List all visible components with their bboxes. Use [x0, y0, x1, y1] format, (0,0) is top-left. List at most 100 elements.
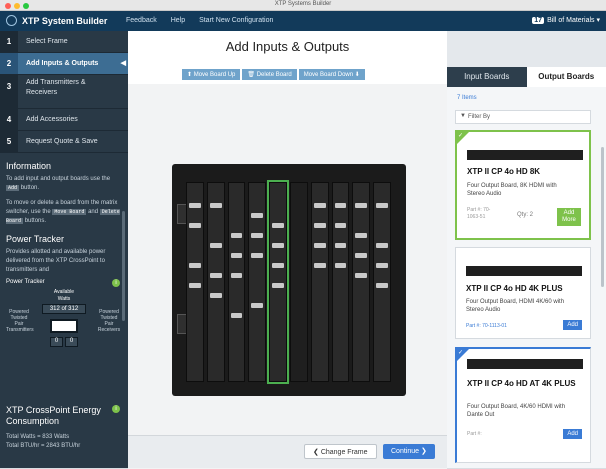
info-icon[interactable]: i — [112, 405, 120, 413]
step-label: Request Quote & Save — [26, 138, 98, 145]
power-tracker-gauge: Power Tracker i Available Watts 312 of 3… — [6, 279, 122, 369]
delete-board-button[interactable]: 🗑 Delete Board — [242, 69, 296, 80]
board-toolbar: ⬆ Move Board Up🗑 Delete BoardMove Board … — [182, 69, 367, 80]
chassis-canvas — [128, 84, 447, 469]
board-image — [467, 150, 583, 160]
step-label: Add Inputs & Outputs — [26, 60, 98, 67]
move-board-up-button[interactable]: ⬆ Move Board Up — [182, 69, 240, 80]
info-text: button. — [21, 185, 39, 191]
info-text: To add input and output boards use the — [6, 176, 110, 182]
board-description: Four Output Board, HDMI 4K/60 with Stere… — [466, 298, 576, 314]
step-number: 2 — [0, 53, 18, 74]
board-card[interactable]: ✓ XTP II CP 4o HD AT 4K PLUS Four Output… — [455, 347, 591, 463]
board-title: XTP II CP 4o HD 4K PLUS — [466, 284, 563, 293]
continue-button[interactable]: Continue ❯ — [383, 444, 435, 459]
move-board-code-label: Move Board — [52, 209, 86, 215]
add-button[interactable]: Add — [563, 320, 582, 330]
step-add-inputs-outputs[interactable]: 2Add Inputs & Outputs◀ — [0, 53, 128, 75]
tab-input-boards[interactable]: Input Boards — [447, 67, 527, 87]
step-request-quote[interactable]: 5 Request Quote & Save — [0, 131, 128, 153]
step-label: Select Frame — [26, 38, 68, 45]
change-frame-button[interactable]: ❮ Change Frame — [304, 444, 377, 459]
power-tracker-heading: Power Tracker — [6, 234, 122, 244]
watts-value: 312 of 312 — [42, 304, 86, 314]
total-btu: Total BTU/hr = 2843 BTU/hr — [6, 443, 80, 449]
step-label: Add Transmitters & Receivers — [26, 78, 106, 98]
board-list: 7 Items ▼Filter By ✓ XTP II CP 4o HD 8K … — [447, 87, 606, 468]
input-board-slot[interactable] — [248, 182, 266, 382]
empty-slot[interactable] — [290, 182, 308, 382]
add-button[interactable]: Add — [563, 429, 582, 439]
step-add-transmitters[interactable]: 3 Add Transmitters & Receivers — [0, 75, 128, 109]
nav-start-new-link[interactable]: Start New Configuration — [199, 17, 273, 24]
input-board-slot[interactable] — [207, 182, 225, 382]
step-number: 4 — [0, 109, 18, 130]
add-code-label: Add — [6, 185, 19, 191]
board-title: XTP II CP 4o HD 8K — [467, 167, 540, 176]
input-board-slot[interactable] — [186, 182, 204, 382]
receiver-count: 0 — [65, 337, 78, 347]
catalog-scrollbar[interactable] — [601, 147, 604, 287]
filter-icon: ▼ — [460, 113, 466, 119]
bom-count-badge: 17 — [532, 17, 544, 24]
tracker-title: Power Tracker — [6, 279, 45, 285]
board-image — [467, 359, 583, 369]
info-icon[interactable]: i — [112, 279, 120, 287]
power-level-indicator — [50, 319, 78, 333]
sidebar-scrollbar[interactable] — [122, 211, 125, 321]
board-title: XTP II CP 4o HD AT 4K PLUS — [467, 379, 577, 389]
brand[interactable]: XTP System Builder — [6, 15, 107, 26]
move-board-down-button[interactable]: Move Board Down ⬇ — [299, 69, 365, 80]
nav-feedback-link[interactable]: Feedback — [126, 17, 157, 24]
tab-output-boards[interactable]: Output Boards — [527, 67, 606, 87]
step-number: 3 — [0, 75, 18, 108]
filter-by-button[interactable]: ▼Filter By — [455, 110, 591, 124]
checkmark-icon: ✓ — [458, 349, 463, 356]
board-description: Four Output Board, 8K HDMI with Stereo A… — [467, 182, 567, 198]
quantity: Qty: 2 — [517, 212, 533, 218]
energy-values: Total Watts = 833 WattsTotal BTU/hr = 28… — [6, 433, 122, 451]
bill-of-materials-button[interactable]: 17Bill of Materials ▾ — [532, 16, 600, 24]
filter-label: Filter By — [468, 114, 490, 120]
energy-consumption-panel: i XTP CrossPoint Energy Consumption Tota… — [0, 405, 128, 451]
board-card[interactable]: ✓ XTP II CP 4o HD 8K Four Output Board, … — [455, 130, 591, 240]
button-label: Change Frame — [321, 449, 368, 456]
chevron-down-icon: ▾ — [596, 17, 600, 24]
add-more-button[interactable]: Add More — [557, 208, 581, 226]
output-board-slot[interactable] — [332, 182, 350, 382]
output-board-slot[interactable] — [352, 182, 370, 382]
step-number: 1 — [0, 31, 18, 52]
checkmark-icon: ✓ — [458, 132, 463, 139]
info-paragraph: To add input and output boards use the A… — [6, 175, 122, 193]
available-label: Available — [42, 289, 86, 295]
watts-label: Watts — [42, 296, 86, 302]
xtp-frame-image[interactable] — [172, 164, 406, 396]
info-text: and — [88, 209, 98, 215]
receivers-label: Powered Twisted Pair Receivers — [96, 309, 122, 333]
board-description: Four Output Board, 4K/60 HDMI with Dante… — [467, 403, 577, 419]
part-number: Part #: 70-1063-51 — [467, 207, 497, 221]
board-card[interactable]: XTP II CP 4o HD 4K PLUS Four Output Boar… — [455, 247, 591, 339]
step-number: 5 — [0, 131, 18, 152]
main-panel: Add Inputs & Outputs ⬆ Move Board Up🗑 De… — [128, 31, 447, 468]
info-paragraph: Provides allotted and available power de… — [6, 248, 122, 275]
input-board-slot[interactable] — [228, 182, 246, 382]
board-image — [466, 266, 582, 276]
selected-board-slot[interactable] — [269, 182, 287, 382]
nav-links: Feedback Help Start New Configuration — [126, 17, 285, 24]
nav-help-link[interactable]: Help — [171, 17, 185, 24]
items-count: 7 Items — [457, 95, 477, 101]
board-catalog: Input Boards Output Boards 7 Items ▼Filt… — [447, 31, 606, 468]
window-titlebar: XTP Systems Builder — [0, 0, 606, 11]
part-number: Part #: — [467, 431, 482, 437]
output-board-slot[interactable] — [373, 182, 391, 382]
button-label: Move Board Up — [194, 72, 236, 78]
step-add-accessories[interactable]: 4Add Accessories — [0, 109, 128, 131]
part-number[interactable]: Part #: 70-1113-01 — [466, 323, 507, 329]
sidebar: 1Select Frame 2Add Inputs & Outputs◀ 3Ad… — [0, 31, 128, 468]
board-slots — [186, 182, 391, 382]
info-heading: Information — [6, 161, 122, 171]
button-label: Delete Board — [257, 72, 292, 78]
step-select-frame[interactable]: 1 Select Frame — [0, 31, 128, 53]
output-board-slot[interactable] — [311, 182, 329, 382]
